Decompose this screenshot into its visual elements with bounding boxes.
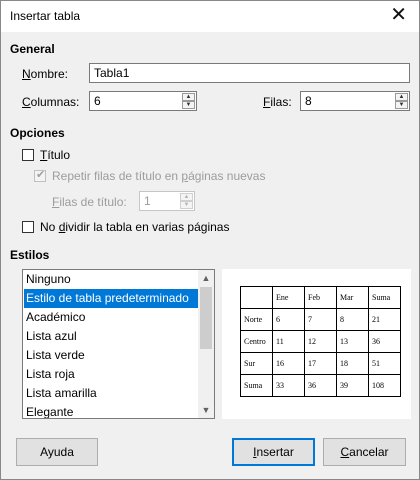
preview-cell: Mar bbox=[336, 286, 369, 309]
name-label: Nombre: bbox=[22, 67, 69, 81]
title-bar: Insertar tabla ✕ bbox=[1, 1, 419, 32]
scroll-down-icon[interactable]: ▼ bbox=[198, 402, 214, 418]
preview-row: Norte 6 7 8 21 bbox=[240, 308, 401, 331]
title-rows-spinner[interactable]: 1 ▲ ▼ bbox=[139, 191, 195, 211]
rows-decrease-icon[interactable]: ▼ bbox=[395, 101, 408, 109]
styles-heading: Estilos bbox=[10, 248, 50, 262]
preview-cell: 21 bbox=[368, 308, 401, 331]
scroll-up-icon[interactable]: ▲ bbox=[198, 270, 214, 286]
title-rows-label: Filas de título: bbox=[52, 195, 127, 209]
repeat-heading-checkbox[interactable]: ✔ bbox=[34, 169, 46, 182]
general-heading: General bbox=[10, 42, 55, 56]
preview-row: Centro 11 12 13 36 bbox=[240, 330, 401, 353]
style-item-lista-amarilla[interactable]: Lista amarilla bbox=[24, 384, 199, 403]
preview-cell: 6 bbox=[272, 308, 305, 331]
style-item-elegante[interactable]: Elegante bbox=[24, 403, 199, 418]
columns-spinner[interactable]: 6 ▲ ▼ bbox=[89, 91, 197, 111]
preview-cell: 108 bbox=[368, 374, 401, 397]
title-checkbox[interactable] bbox=[22, 149, 34, 161]
style-item-academico[interactable]: Académico bbox=[24, 308, 199, 327]
no-split-checkbox[interactable] bbox=[22, 221, 34, 233]
preview-cell: 11 bbox=[272, 330, 305, 353]
preview-cell: 17 bbox=[304, 352, 337, 375]
preview-cell: 18 bbox=[336, 352, 369, 375]
columns-decrease-icon[interactable]: ▼ bbox=[182, 101, 195, 109]
preview-cell: Norte bbox=[240, 308, 273, 331]
dialog-title: Insertar tabla bbox=[10, 9, 81, 23]
style-item-default[interactable]: Estilo de tabla predeterminado bbox=[24, 289, 199, 308]
insert-table-dialog: Insertar tabla ✕ General Nombre: Tabla1 … bbox=[0, 0, 420, 480]
columns-label: Columnas: bbox=[22, 95, 80, 109]
help-button[interactable]: Ayuda bbox=[16, 438, 98, 466]
preview-cell: 16 bbox=[272, 352, 305, 375]
table-preview: Ene Feb Mar Suma Norte 6 7 8 21 Centro 1… bbox=[222, 269, 411, 419]
style-item-ninguno[interactable]: Ninguno bbox=[24, 270, 199, 289]
preview-cell bbox=[240, 286, 273, 309]
repeat-heading-label: Repetir filas de título en páginas nueva… bbox=[52, 169, 266, 183]
insert-button[interactable]: Insertar bbox=[232, 438, 315, 466]
preview-cell: Sur bbox=[240, 352, 273, 375]
preview-table: Ene Feb Mar Suma Norte 6 7 8 21 Centro 1… bbox=[240, 286, 401, 397]
title-rows-decrease-icon[interactable]: ▼ bbox=[180, 201, 193, 209]
preview-cell: 7 bbox=[304, 308, 337, 331]
preview-cell: 51 bbox=[368, 352, 401, 375]
scrollbar-thumb[interactable] bbox=[200, 287, 212, 349]
preview-cell: 13 bbox=[336, 330, 369, 353]
style-item-lista-azul[interactable]: Lista azul bbox=[24, 327, 199, 346]
title-rows-increase-icon[interactable]: ▲ bbox=[180, 193, 193, 201]
rows-spinner[interactable]: 8 ▲ ▼ bbox=[300, 91, 410, 111]
close-icon[interactable]: ✕ bbox=[390, 4, 407, 26]
preview-cell: Ene bbox=[272, 286, 305, 309]
title-rows-value: 1 bbox=[144, 194, 151, 208]
styles-list[interactable]: Ninguno Estilo de tabla predeterminado A… bbox=[22, 269, 215, 419]
name-input[interactable]: Tabla1 bbox=[89, 63, 410, 83]
columns-increase-icon[interactable]: ▲ bbox=[182, 93, 195, 101]
preview-row: Suma 33 36 39 108 bbox=[240, 374, 401, 397]
preview-cell: Suma bbox=[240, 374, 273, 397]
rows-increase-icon[interactable]: ▲ bbox=[395, 93, 408, 101]
cancel-button[interactable]: Cancelar bbox=[323, 438, 406, 466]
options-heading: Opciones bbox=[10, 126, 65, 140]
preview-cell: 39 bbox=[336, 374, 369, 397]
preview-cell: Centro bbox=[240, 330, 273, 353]
styles-scrollbar[interactable]: ▲ ▼ bbox=[198, 270, 214, 418]
rows-value: 8 bbox=[305, 94, 312, 108]
no-split-label: No dividir la tabla en varias páginas bbox=[40, 220, 230, 234]
preview-cell: 36 bbox=[304, 374, 337, 397]
preview-cell: 33 bbox=[272, 374, 305, 397]
columns-value: 6 bbox=[94, 94, 101, 108]
preview-cell: 36 bbox=[368, 330, 401, 353]
preview-row: Ene Feb Mar Suma bbox=[240, 286, 401, 309]
style-item-lista-roja[interactable]: Lista roja bbox=[24, 365, 199, 384]
checkmark-icon: ✔ bbox=[36, 169, 46, 181]
preview-row: Sur 16 17 18 51 bbox=[240, 352, 401, 375]
preview-cell: 12 bbox=[304, 330, 337, 353]
title-checkbox-label: Título bbox=[40, 148, 71, 162]
style-item-lista-verde[interactable]: Lista verde bbox=[24, 346, 199, 365]
preview-cell: Suma bbox=[368, 286, 401, 309]
preview-cell: Feb bbox=[304, 286, 337, 309]
preview-cell: 8 bbox=[336, 308, 369, 331]
rows-label: Filas: bbox=[263, 95, 292, 109]
